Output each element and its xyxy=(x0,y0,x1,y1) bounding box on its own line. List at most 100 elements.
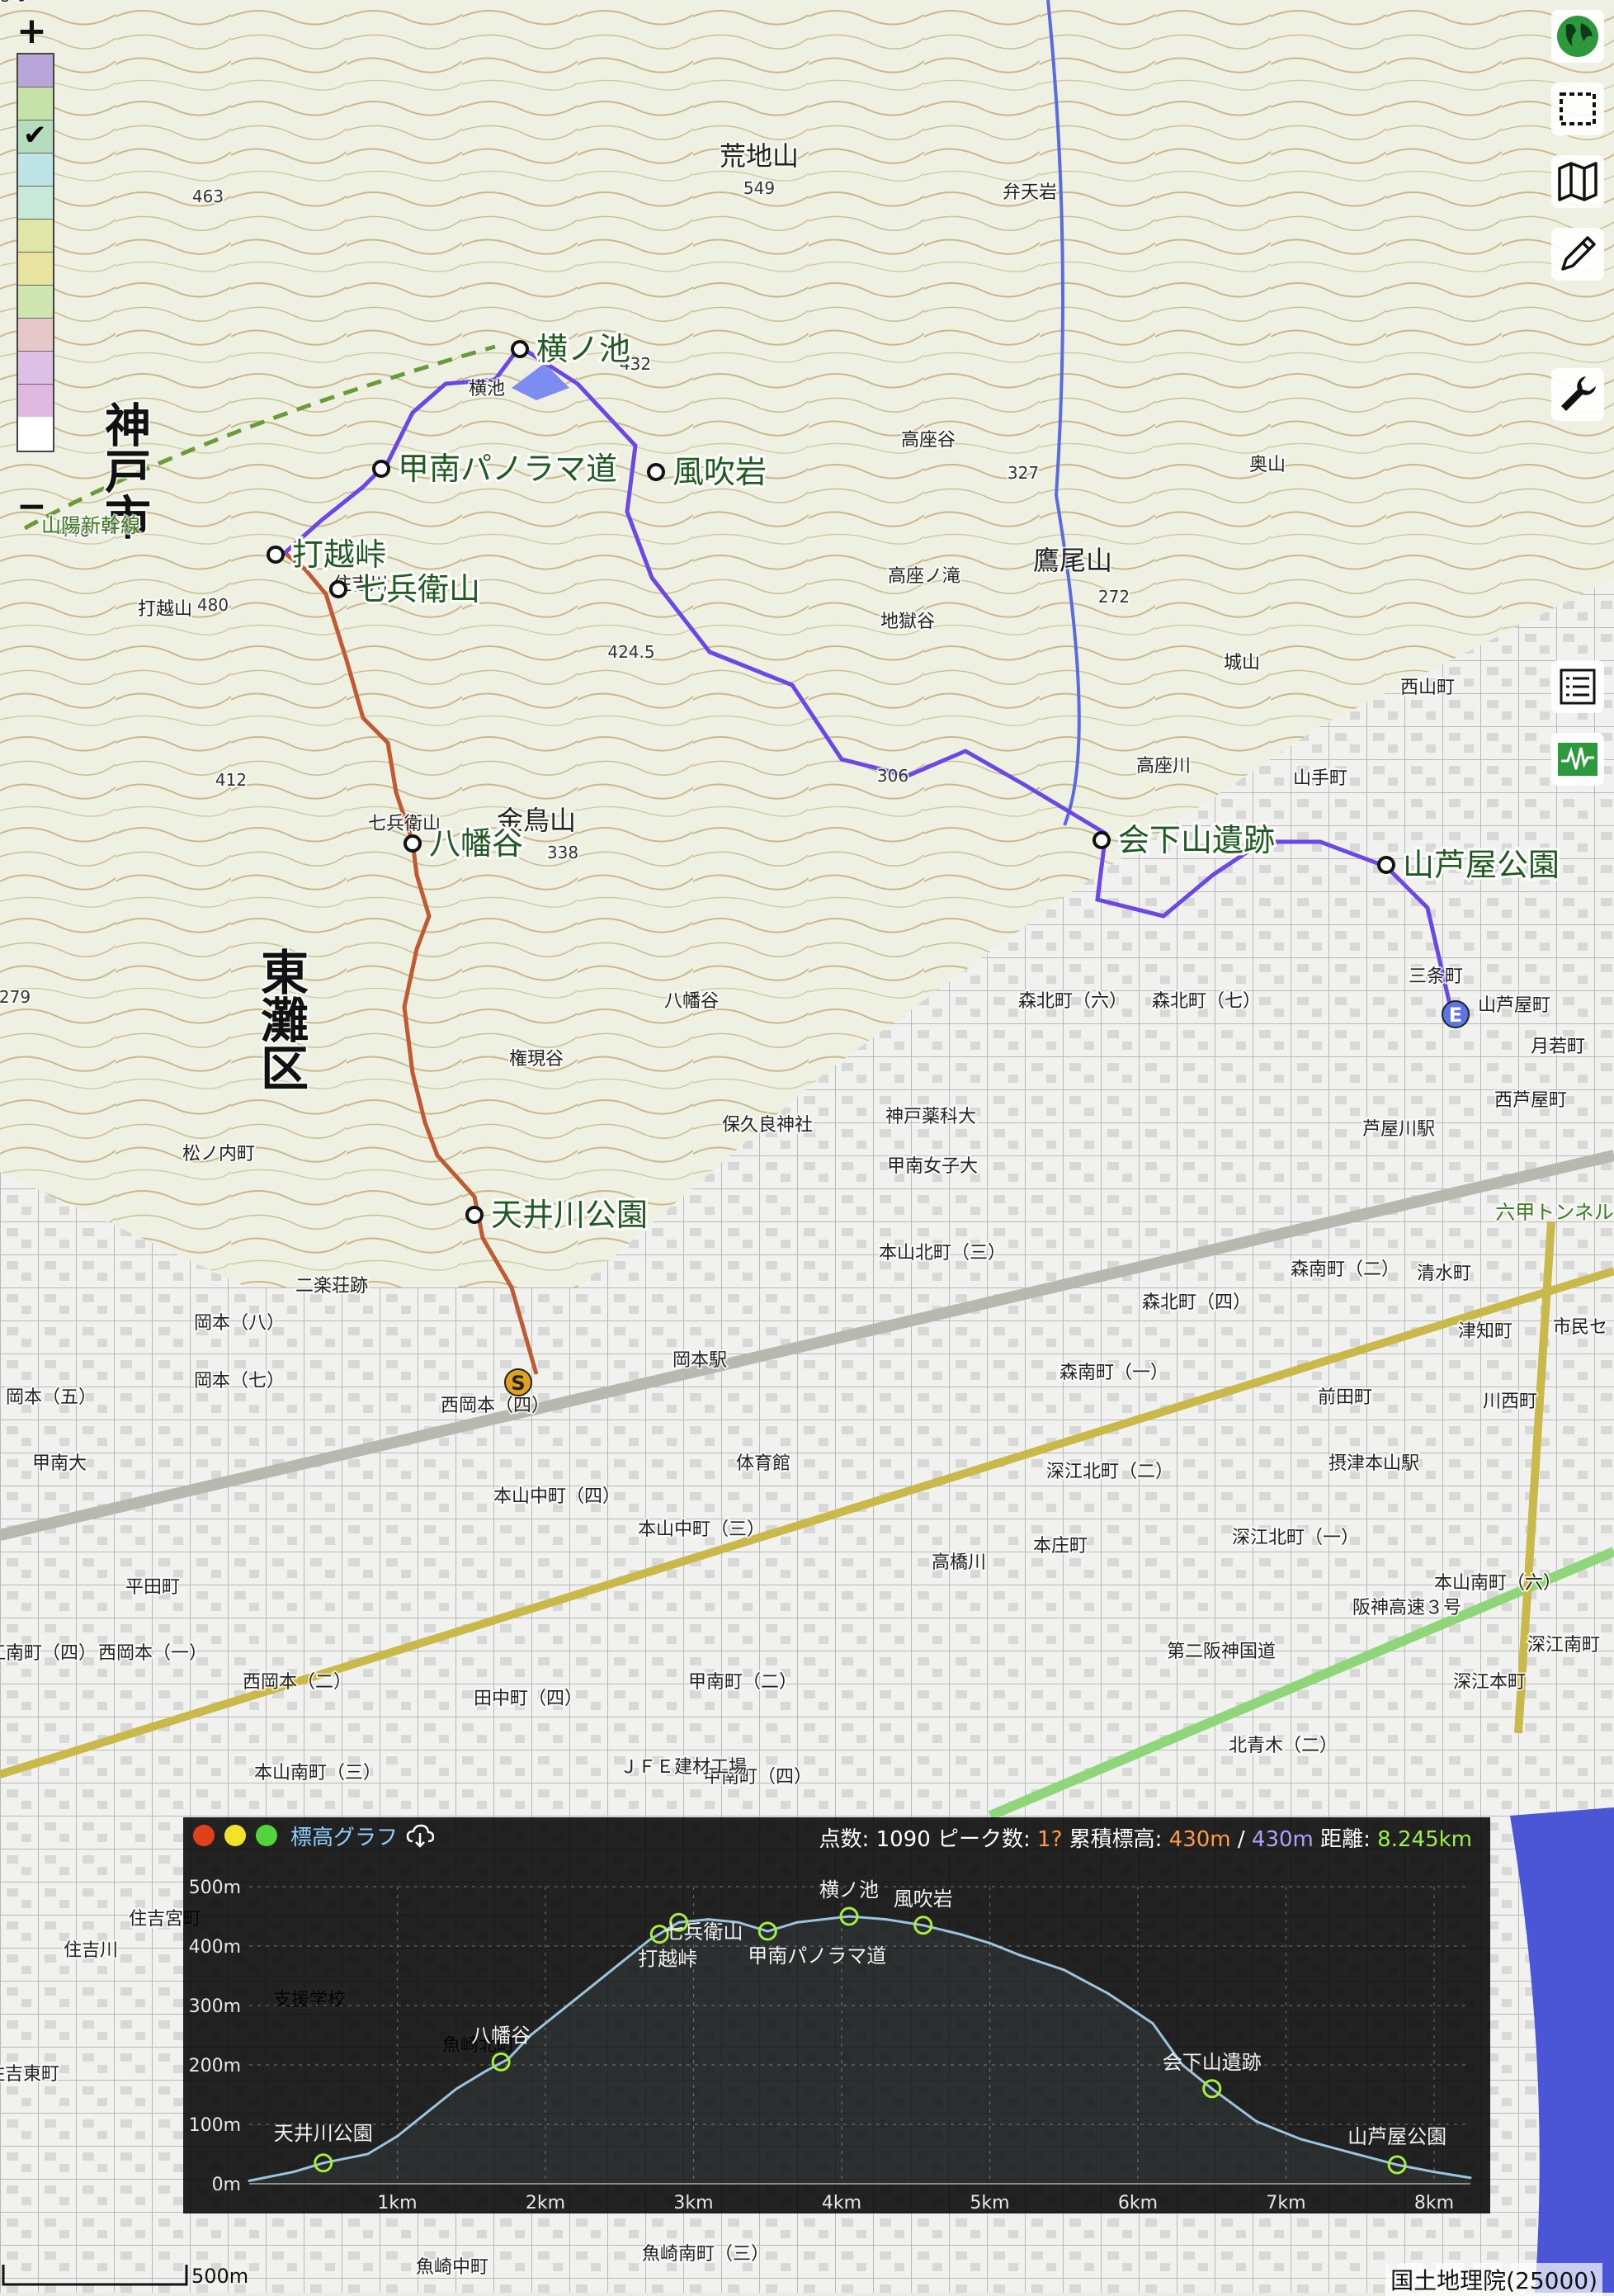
y-tick-label: 100m xyxy=(189,2115,241,2136)
map-label: 住吉川 xyxy=(64,1940,118,1961)
pencil-icon xyxy=(1561,236,1596,271)
map-label: 本庄町 xyxy=(1033,1536,1088,1557)
map-label: 二楽荘跡 xyxy=(295,1276,368,1297)
map-label: 神戸薬科大 xyxy=(885,1107,976,1127)
map-button[interactable] xyxy=(1551,155,1604,208)
elevation-panel[interactable]: 標高グラフ 点数: 1090 ピーク数: 1? 累積標高: 430m / 430… xyxy=(183,1817,1490,2213)
map-waypoint-label: 山芦屋公園 xyxy=(1403,847,1560,883)
map-label: 地獄谷 xyxy=(880,612,935,632)
map-waypoint[interactable]: 天井川公園 xyxy=(465,1194,650,1235)
map-label: ＪＦＥ建材工場 xyxy=(620,1757,747,1778)
layer-level-10[interactable] xyxy=(18,352,53,385)
y-tick-label: 500m xyxy=(189,1878,241,1898)
map-label: 山陽新幹線 xyxy=(41,514,140,537)
map-label: 338 xyxy=(547,843,578,862)
layer-level-1[interactable] xyxy=(18,54,53,87)
map-label: 城山 xyxy=(1224,653,1260,673)
list-icon xyxy=(1560,668,1596,705)
map-waypoint-label: 甲南パノラマ道 xyxy=(398,451,617,487)
map-label: 高座ノ滝 xyxy=(888,566,960,587)
map-label: 549 xyxy=(743,178,775,198)
layer-level-9[interactable] xyxy=(18,319,53,352)
x-tick-label: 1km xyxy=(377,2193,417,2213)
layer-level-7[interactable] xyxy=(18,253,53,286)
map-label: 奥山 xyxy=(1249,455,1286,475)
elevation-point xyxy=(1255,2119,1258,2123)
map-label: 山手町 xyxy=(1293,768,1347,789)
map-label: 高座谷 xyxy=(901,430,956,451)
elevation-point xyxy=(885,1918,888,1921)
map-label: 高座川 xyxy=(1136,756,1191,777)
end-marker: E xyxy=(1442,1000,1470,1028)
minimize-dot[interactable] xyxy=(224,1825,246,1846)
waypoint-label: 打越峠 xyxy=(638,1948,697,1971)
map-label: 森北町（七） xyxy=(1152,991,1261,1012)
waypoint-label: 天井川公園 xyxy=(274,2122,373,2145)
elevation-point xyxy=(766,1930,769,1933)
elevation-graph-button[interactable] xyxy=(1551,733,1604,786)
elevation-point xyxy=(847,1915,851,1918)
map-label: 阪神高速３号 xyxy=(1352,1598,1461,1618)
layer-opacity-bar[interactable] xyxy=(17,53,54,452)
layer-level-3[interactable] xyxy=(18,119,53,154)
elevation-point xyxy=(1151,2022,1154,2025)
map-waypoint[interactable]: 会下山遺跡 xyxy=(1093,820,1277,861)
map-waypoint-label: 風吹岩 xyxy=(672,454,767,490)
map-label: 魚崎南町（三） xyxy=(642,2244,769,2265)
globe-button[interactable] xyxy=(1551,10,1604,63)
x-tick-label: 6km xyxy=(1118,2193,1158,2213)
elevation-point xyxy=(1210,2087,1214,2090)
map-waypoint[interactable]: 甲南パノラマ道 xyxy=(372,448,620,489)
map-label: 森北町（六） xyxy=(1018,991,1127,1012)
elevation-point xyxy=(425,2111,428,2114)
list-button[interactable] xyxy=(1551,660,1604,713)
map-label: 深江南町（四） xyxy=(0,1643,97,1664)
layer-level-11[interactable] xyxy=(18,385,53,417)
cloud-download-icon[interactable] xyxy=(406,1823,435,1848)
map-label: 横池 xyxy=(469,379,505,399)
waypoint-label: 会下山遺跡 xyxy=(1163,2051,1262,2074)
y-tick-label: 0m xyxy=(212,2175,241,2195)
waypoint-label: 風吹岩 xyxy=(894,1887,953,1911)
map-label: 岡本駅 xyxy=(672,1350,727,1371)
elevation-panel-header[interactable]: 標高グラフ 点数: 1090 ピーク数: 1? 累積標高: 430m / 430… xyxy=(183,1817,1490,1854)
peaks-value: 1? xyxy=(1037,1827,1063,1852)
map-label: 体育館 xyxy=(736,1453,790,1474)
zoom-in-button[interactable]: + xyxy=(17,13,47,50)
map-label: 三条町 xyxy=(1409,966,1463,987)
map-label: 保久良神社 xyxy=(722,1115,813,1136)
elevation-point xyxy=(795,1920,799,1924)
zoom-out-button[interactable]: − xyxy=(17,489,47,525)
map-label: 本山南町（六） xyxy=(1434,1573,1561,1594)
map-waypoint-label: 七兵衛山 xyxy=(355,571,480,607)
map-label: 田中町（四） xyxy=(474,1689,583,1709)
distance-value: 8.245km xyxy=(1377,1827,1472,1852)
close-dot[interactable] xyxy=(193,1825,215,1846)
wrench-icon xyxy=(1561,376,1596,411)
layer-level-8[interactable] xyxy=(18,286,53,319)
map-label: 東灘区 xyxy=(252,947,309,1091)
layer-level-6[interactable] xyxy=(18,220,53,253)
map-waypoint[interactable]: 山芦屋公園 xyxy=(1377,844,1562,886)
gain-label: 累積標高: xyxy=(1069,1827,1163,1852)
map-label: 森南町（二） xyxy=(1291,1259,1399,1280)
globe-icon xyxy=(1557,16,1598,57)
map-label: 津知町 xyxy=(1458,1321,1513,1342)
map-label: 西岡本（四） xyxy=(441,1396,550,1416)
elevation-point xyxy=(1432,2171,1436,2174)
map-waypoint-label: 横ノ池 xyxy=(536,331,630,367)
maximize-dot[interactable] xyxy=(256,1825,277,1846)
elevation-point xyxy=(455,2087,458,2090)
waypoint-label: 七兵衛山 xyxy=(664,1920,743,1944)
settings-button[interactable] xyxy=(1551,368,1604,421)
map-label: 甲南女子大 xyxy=(887,1156,978,1177)
elevation-chart[interactable]: 0m 100m 200m 300m 400m 500m 1km 2km 3km 4km 5km 6km… xyxy=(183,1854,1490,2213)
elevation-point xyxy=(292,2171,295,2174)
pencil-button[interactable] xyxy=(1551,228,1604,281)
layer-level-2[interactable] xyxy=(18,87,53,120)
layer-level-4[interactable] xyxy=(18,154,53,187)
select-area-button[interactable] xyxy=(1551,83,1604,135)
elevation-panel-title: 標高グラフ xyxy=(290,1825,399,1850)
elevation-point xyxy=(959,1933,962,1936)
layer-level-5[interactable] xyxy=(18,187,53,220)
